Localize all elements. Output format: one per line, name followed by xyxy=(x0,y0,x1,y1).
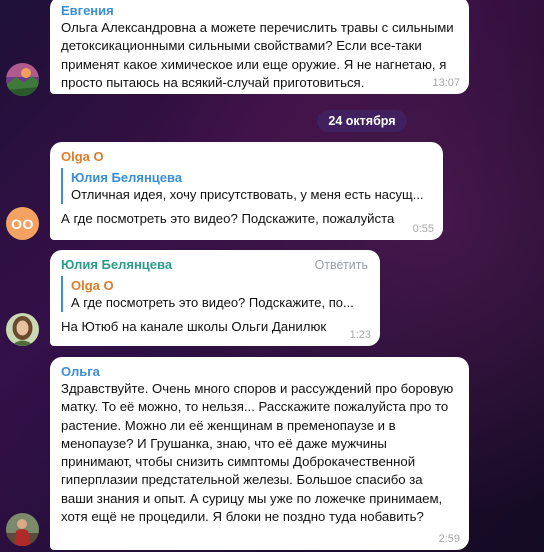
message-text: На Ютюб на канале школы Ольги Данилюк xyxy=(61,319,327,334)
message-time: 2:59 xyxy=(438,533,460,545)
sender-name[interactable]: Olga O xyxy=(61,148,432,165)
message-bubble[interactable]: Ольга Здравствуйте. Очень много споров и… xyxy=(50,357,469,550)
message-time: 1:23 xyxy=(349,329,371,341)
reply-quote[interactable]: Юлия Белянцева Отличная идея, хочу прису… xyxy=(61,168,432,204)
quote-text: Отличная идея, хочу присутствовать, у ме… xyxy=(71,187,424,202)
message-text: Здравствуйте. Очень много споров и рассу… xyxy=(61,381,454,525)
date-separator: 24 октября xyxy=(317,110,407,132)
sender-name[interactable]: Евгения xyxy=(61,2,458,19)
message-time: 13:07 xyxy=(432,77,460,89)
quote-text: А где посмотреть это видео? Подскажите, … xyxy=(71,295,354,310)
avatar[interactable]: OO xyxy=(6,207,39,240)
woman-portrait-avatar[interactable] xyxy=(6,313,39,346)
person-outdoor-avatar[interactable] xyxy=(6,513,39,546)
landscape-photo-avatar[interactable] xyxy=(6,63,39,96)
message-time: 0:55 xyxy=(412,223,434,235)
message-bubble[interactable]: Юлия Белянцева Ответить Olga O А где пос… xyxy=(50,250,380,346)
quote-author: Olga O xyxy=(71,278,114,293)
reply-button[interactable]: Ответить xyxy=(315,258,368,272)
message-bubble[interactable]: Евгения Ольга Александровна а можете пер… xyxy=(50,0,469,94)
sender-name[interactable]: Ольга xyxy=(61,363,458,380)
quote-author: Юлия Белянцева xyxy=(71,170,183,185)
message-text: Ольга Александровна а можете перечислить… xyxy=(61,20,454,90)
message-bubble[interactable]: Olga O Юлия Белянцева Отличная идея, хоч… xyxy=(50,142,443,240)
reply-quote[interactable]: Olga O А где посмотреть это видео? Подск… xyxy=(61,276,369,312)
message-text: А где посмотреть это видео? Подскажите, … xyxy=(61,211,395,226)
